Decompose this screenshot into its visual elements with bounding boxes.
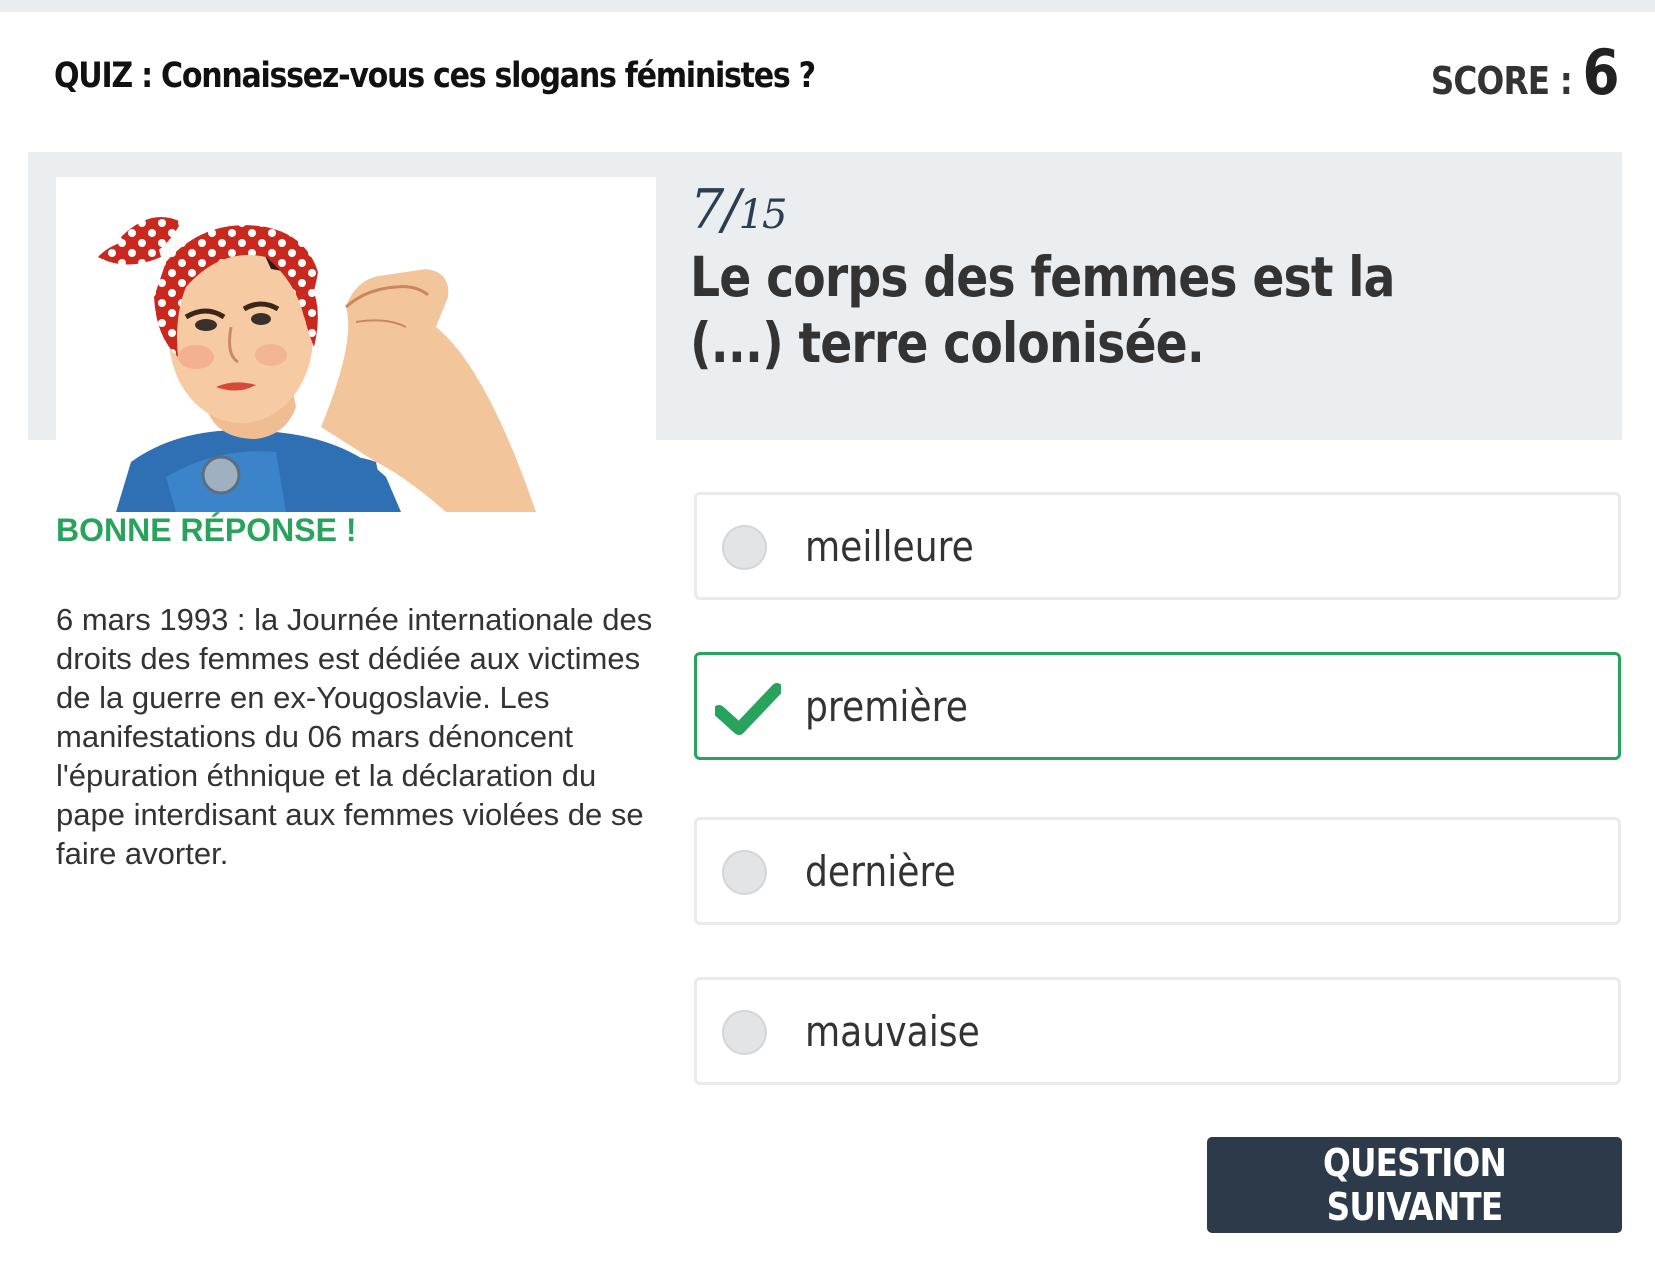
next-question-label: QUESTION SUIVANTE (1323, 1141, 1507, 1229)
question-counter: 7/15 (690, 178, 788, 241)
question-counter-total: 15 (738, 192, 788, 238)
answer-option-label: dernière (805, 847, 956, 896)
answer-option-label: meilleure (805, 522, 974, 571)
score-value: 6 (1582, 36, 1620, 109)
next-question-button[interactable]: QUESTION SUIVANTE (1207, 1137, 1622, 1233)
score-label: SCORE : (1431, 59, 1583, 103)
answer-option-3[interactable]: dernière (694, 817, 1621, 925)
rosie-riveter-illustration (56, 177, 656, 512)
top-strip (0, 0, 1655, 12)
answer-option-1[interactable]: meilleure (694, 492, 1621, 600)
answer-option-4[interactable]: mauvaise (694, 977, 1621, 1085)
question-counter-current: 7/ (690, 178, 741, 241)
checkmark-icon (715, 683, 781, 735)
answer-option-label: première (805, 682, 968, 731)
radio-icon[interactable] (722, 850, 767, 895)
answer-option-label: mauvaise (805, 1007, 980, 1056)
radio-icon[interactable] (722, 525, 767, 570)
radio-icon[interactable] (722, 1010, 767, 1055)
question-image (56, 177, 656, 512)
question-text: Le corps des femmes est la (...) terre c… (690, 245, 1395, 375)
score-display: SCORE : 6 (1431, 36, 1620, 109)
quiz-title: QUIZ : Connaissez-vous ces slogans fémin… (54, 56, 816, 96)
answer-explanation: 6 mars 1993 : la Journée internationale … (56, 602, 653, 871)
answer-verdict: BONNE RÉPONSE ! (56, 512, 357, 548)
answer-option-2[interactable]: première (694, 652, 1621, 760)
